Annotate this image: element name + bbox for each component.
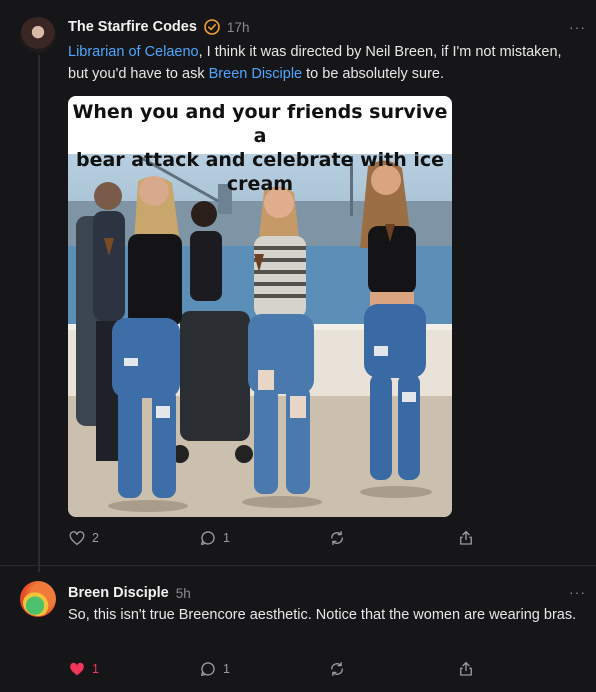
reply-button[interactable]: 1: [199, 660, 230, 678]
comment-icon: [200, 531, 215, 546]
reply-count: 1: [223, 662, 230, 676]
heart-icon: [69, 531, 85, 546]
more-options-icon[interactable]: ···: [569, 584, 586, 600]
reply-button[interactable]: 1: [199, 529, 230, 547]
post-image[interactable]: When you and your friends survive a bear…: [68, 96, 452, 517]
like-button[interactable]: 2: [68, 529, 99, 547]
reply-text: So, this isn't true Breencore aesthetic.…: [68, 607, 577, 623]
post-divider: [0, 565, 596, 566]
like-count: 1: [92, 662, 99, 676]
post-time: 5h: [175, 585, 191, 601]
like-count: 2: [92, 531, 99, 545]
avatar[interactable]: [20, 17, 56, 53]
share-button[interactable]: [457, 660, 475, 678]
post-time: 17h: [226, 19, 250, 35]
avatar[interactable]: [20, 581, 56, 617]
repost-button[interactable]: [328, 660, 346, 678]
meme-caption-line: When you and your friends survive a: [72, 101, 448, 147]
verified-badge-icon: [204, 19, 220, 35]
author-name[interactable]: Breen Disciple: [68, 585, 169, 601]
share-icon: [460, 530, 472, 545]
repost-icon: [331, 530, 343, 546]
post-text-segment: to be absolutely sure.: [302, 66, 444, 82]
share-icon: [460, 661, 472, 676]
reply-count: 1: [223, 531, 230, 545]
repost-button[interactable]: [328, 529, 346, 547]
more-options-icon[interactable]: ···: [569, 19, 586, 35]
share-button[interactable]: [457, 529, 475, 547]
thread-connector-line: [38, 55, 40, 572]
meme-caption: When you and your friends survive a bear…: [68, 96, 452, 195]
post-header: The Starfire Codes 17h: [68, 17, 249, 37]
mention-link[interactable]: Breen Disciple: [209, 66, 303, 82]
author-name[interactable]: The Starfire Codes: [68, 19, 197, 35]
comment-icon: [200, 662, 215, 677]
reply-actions: 1 1: [68, 658, 488, 680]
post-text: Librarian of Celaeno, I think it was dir…: [68, 41, 580, 85]
heart-filled-icon: [70, 662, 84, 676]
mention-link[interactable]: Librarian of Celaeno: [68, 44, 199, 60]
post-actions: 2 1: [68, 527, 488, 549]
meme-caption-line: bear attack and celebrate with ice cream: [75, 149, 445, 195]
reply-header: Breen Disciple 5h: [68, 583, 191, 603]
repost-icon: [331, 661, 343, 677]
like-button[interactable]: 1: [68, 660, 99, 678]
